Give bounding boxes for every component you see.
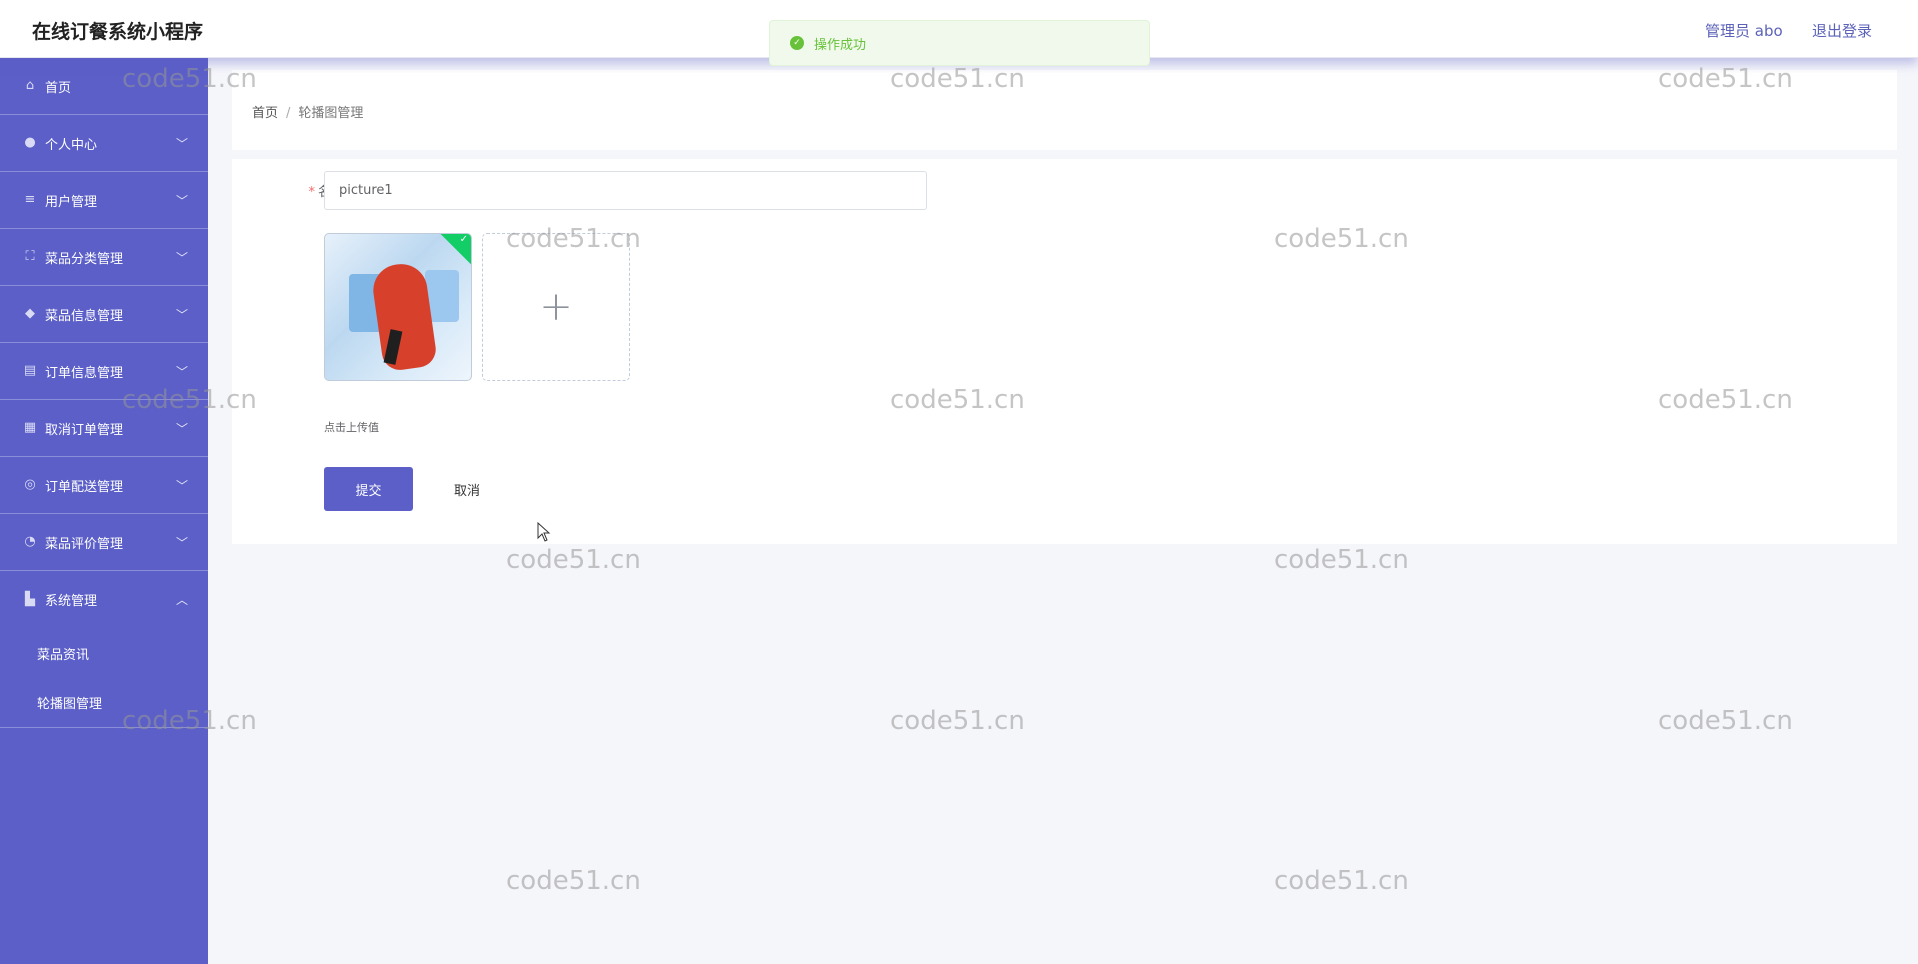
- chevron-down-icon: ﹀: [175, 422, 188, 436]
- sidebar-item-label: 用户管理: [45, 194, 98, 210]
- sidebar-item-orders[interactable]: ▤ 订单信息管理 ﹀: [0, 343, 208, 400]
- check-icon: ✓: [459, 234, 468, 245]
- watermark: code51.cn: [506, 866, 641, 896]
- category-icon: ⛶: [25, 249, 35, 264]
- sidebar-item-label: 订单配送管理: [45, 479, 124, 495]
- sidebar-item-label: 订单信息管理: [45, 365, 124, 381]
- sidebar-item-users[interactable]: ≡ 用户管理 ﹀: [0, 172, 208, 229]
- chevron-down-icon: ﹀: [175, 536, 188, 550]
- sidebar-item-label: 系统管理: [45, 594, 98, 609]
- user-icon: ●: [24, 135, 36, 150]
- sidebar-item-dish-info[interactable]: ◆ 菜品信息管理 ﹀: [0, 286, 208, 343]
- required-asterisk: *: [308, 185, 315, 200]
- sidebar-item-delivery[interactable]: ◎ 订单配送管理 ﹀: [0, 457, 208, 514]
- clipboard-icon: ▤: [23, 363, 37, 378]
- form-card: *名称 值 ✓ + 点击上传值 提交 取消: [232, 159, 1897, 544]
- sidebar-item-label: 首页: [45, 80, 72, 96]
- watermark: code51.cn: [1658, 706, 1793, 736]
- sidebar-subitem-carousel[interactable]: 轮播图管理: [0, 678, 208, 728]
- sidebar-item-reviews[interactable]: ◔ 菜品评价管理 ﹀: [0, 514, 208, 571]
- chevron-down-icon: ﹀: [175, 365, 188, 379]
- sidebar-item-home[interactable]: ⌂ 首页: [0, 58, 208, 115]
- name-input[interactable]: [324, 171, 927, 210]
- chevron-down-icon: ﹀: [175, 308, 188, 322]
- uploaded-image-thumbnail[interactable]: ✓: [324, 233, 472, 381]
- upload-hint: 点击上传值: [324, 421, 379, 434]
- home-icon: ⌂: [25, 78, 35, 93]
- chevron-down-icon: ﹀: [175, 194, 188, 208]
- watermark: code51.cn: [506, 545, 641, 575]
- sidebar-item-label: 菜品评价管理: [45, 536, 124, 552]
- breadcrumb-home[interactable]: 首页: [252, 106, 278, 121]
- sidebar-item-label: 个人中心: [45, 137, 98, 153]
- submit-button[interactable]: 提交: [324, 467, 413, 511]
- upload-add-button[interactable]: +: [482, 233, 630, 381]
- success-check-icon: ✓: [790, 36, 804, 50]
- sidebar-item-system[interactable]: ▙ 系统管理 ︿: [0, 571, 208, 628]
- list-icon: ≡: [24, 192, 36, 207]
- watermark: code51.cn: [890, 706, 1025, 736]
- plus-icon: +: [539, 284, 573, 330]
- sidebar-item-profile[interactable]: ● 个人中心 ﹀: [0, 115, 208, 172]
- sidebar-subitem-label: 菜品资讯: [37, 647, 90, 663]
- breadcrumb-separator: /: [286, 106, 291, 121]
- dish-icon: ◆: [25, 306, 35, 321]
- success-toast: ✓ 操作成功: [769, 20, 1150, 66]
- grid-icon: ▦: [23, 420, 37, 435]
- sidebar: ⌂ 首页 ● 个人中心 ﹀ ≡ 用户管理 ﹀ ⛶ 菜品分类管理 ﹀ ◆ 菜品信息…: [0, 58, 208, 964]
- breadcrumb: 首页 / 轮播图管理: [252, 102, 363, 121]
- chevron-down-icon: ﹀: [175, 137, 188, 151]
- sidebar-subitem-dish-news[interactable]: 菜品资讯: [0, 628, 208, 678]
- chevron-down-icon: ﹀: [175, 479, 188, 493]
- delivery-icon: ◎: [24, 477, 36, 492]
- sidebar-item-cancel-orders[interactable]: ▦ 取消订单管理 ﹀: [0, 400, 208, 457]
- user-role-label: 管理员 abo: [1705, 22, 1783, 40]
- breadcrumb-card: 首页 / 轮播图管理: [232, 70, 1897, 150]
- mouse-cursor-icon: [537, 522, 551, 542]
- chevron-down-icon: ﹀: [175, 251, 188, 265]
- sidebar-item-label: 取消订单管理: [45, 422, 124, 438]
- cancel-button[interactable]: 取消: [427, 467, 507, 511]
- sidebar-subitem-label: 轮播图管理: [37, 697, 103, 712]
- logout-link[interactable]: 退出登录: [1812, 20, 1872, 41]
- sidebar-item-dish-category[interactable]: ⛶ 菜品分类管理 ﹀: [0, 229, 208, 286]
- watermark: code51.cn: [1274, 866, 1409, 896]
- chevron-up-icon: ︿: [175, 593, 188, 607]
- watermark: code51.cn: [1274, 545, 1409, 575]
- breadcrumb-current: 轮播图管理: [298, 106, 364, 121]
- toast-message: 操作成功: [814, 37, 867, 53]
- app-title: 在线订餐系统小程序: [32, 21, 204, 43]
- review-icon: ◔: [24, 534, 36, 549]
- sidebar-item-label: 菜品信息管理: [45, 308, 124, 324]
- system-icon: ▙: [25, 591, 35, 607]
- sidebar-item-label: 菜品分类管理: [45, 251, 124, 267]
